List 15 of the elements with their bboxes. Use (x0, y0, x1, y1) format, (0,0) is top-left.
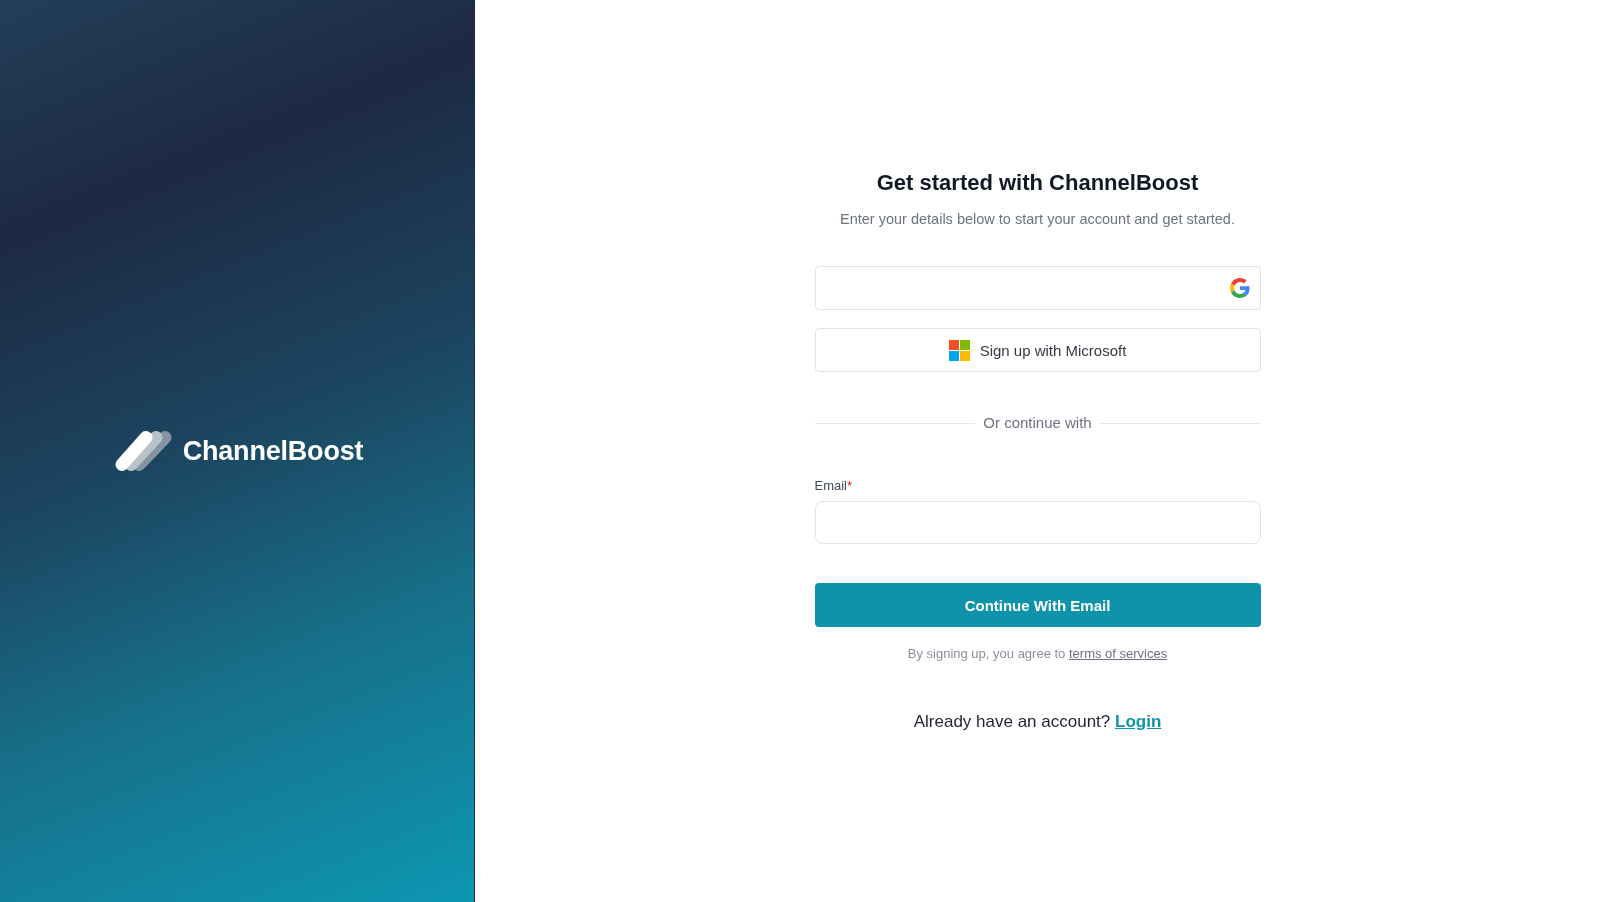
brand-name: ChannelBoost (182, 435, 364, 467)
continue-button[interactable]: Continue With Email (814, 583, 1261, 627)
terms-text: By signing up, you agree to terms of services (907, 645, 1168, 663)
email-input[interactable] (814, 501, 1261, 544)
page-title: Get started with ChannelBoost (876, 169, 1199, 197)
divider-label: Or continue with (983, 413, 1092, 433)
g-logo-icon (1229, 278, 1250, 298)
four-squares-logo-icon (948, 339, 970, 361)
terms-link[interactable]: terms of services (1068, 646, 1168, 661)
sign-up-button[interactable] (814, 266, 1261, 310)
login-link[interactable]: Login (1115, 712, 1162, 731)
sign-up-button[interactable]: Sign up with Microsoft (814, 328, 1261, 372)
email-label: Email* (814, 477, 854, 495)
login-prompt: Already have an account? Login (913, 711, 1162, 733)
subtitle-text: Enter your details below to start your account and get started. (840, 210, 1235, 229)
